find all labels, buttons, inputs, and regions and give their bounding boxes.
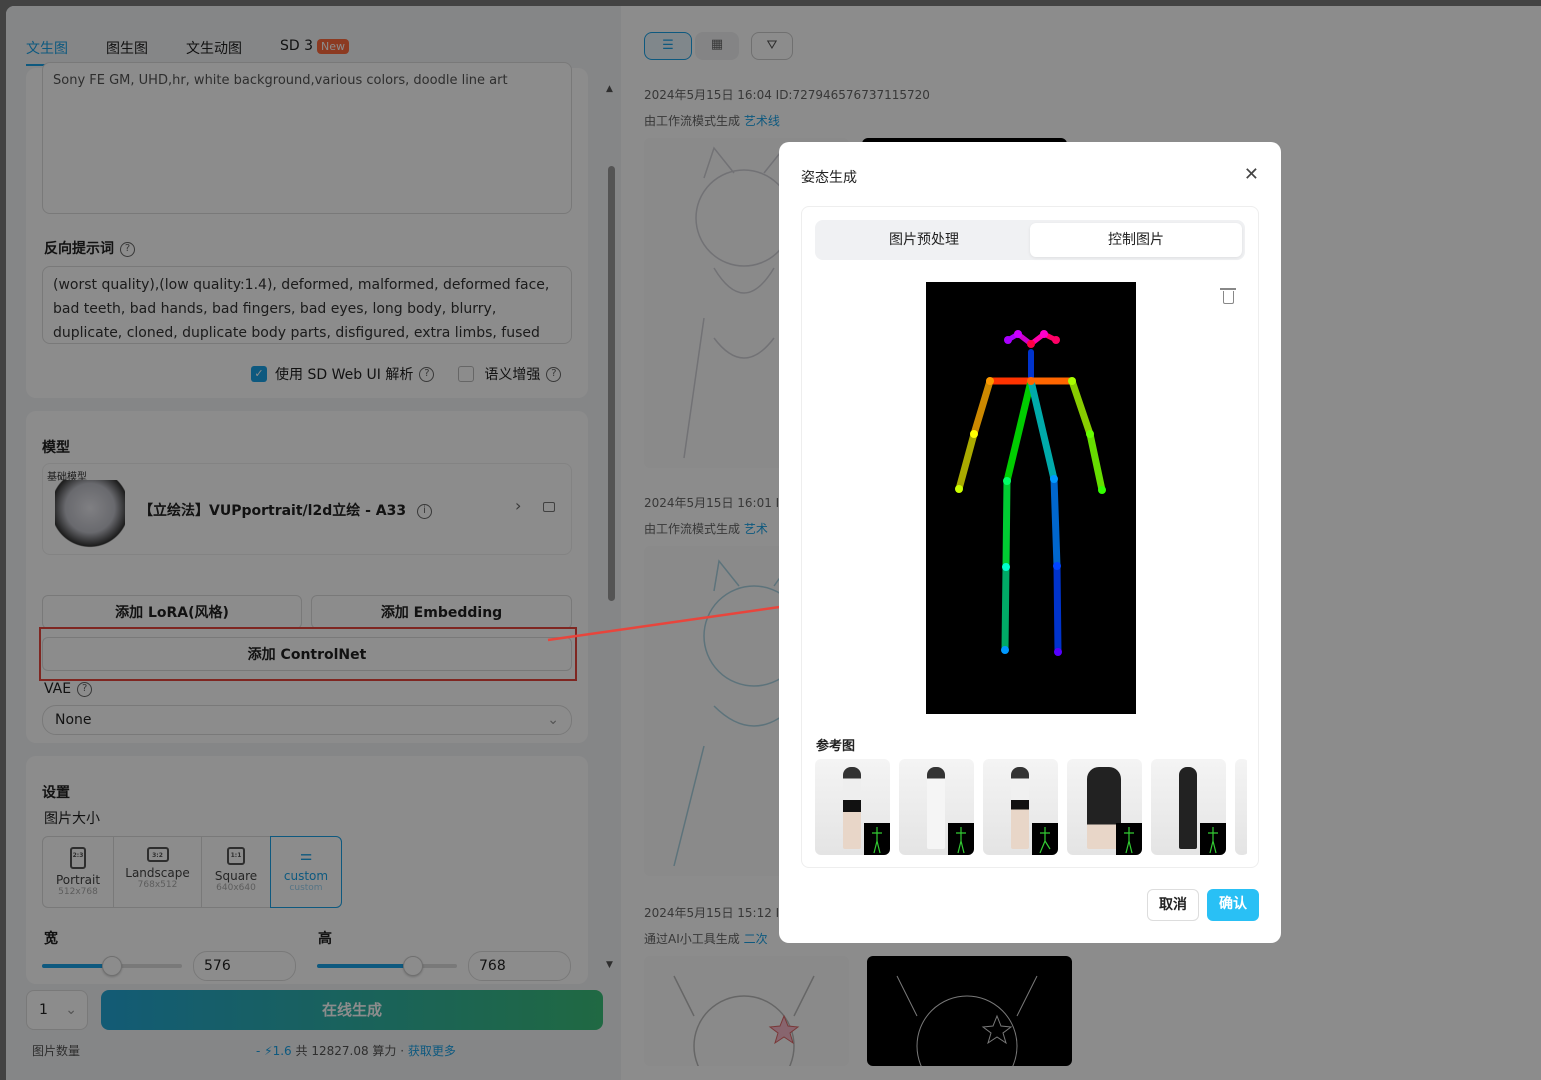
reference-image[interactable] [983, 759, 1058, 855]
dialog-content: 图片预处理 控制图片 参考图 [801, 206, 1259, 868]
reference-image[interactable] [1151, 759, 1226, 855]
person-figure [927, 767, 945, 849]
pose-skeleton-image [926, 282, 1136, 714]
pose-thumbnail [864, 823, 890, 855]
reference-image[interactable] [1235, 759, 1247, 855]
pose-thumbnail [948, 823, 974, 855]
tab-preprocess[interactable]: 图片预处理 [818, 223, 1030, 257]
dialog-title: 姿态生成 [801, 170, 857, 186]
reference-image[interactable] [1067, 759, 1142, 855]
person-figure [1011, 767, 1029, 849]
reference-image[interactable] [815, 759, 890, 855]
reference-images [815, 759, 1247, 855]
person-figure [1179, 767, 1197, 849]
tab-control-image[interactable]: 控制图片 [1030, 223, 1242, 257]
annotation-arrow [547, 590, 856, 642]
dialog-tabs: 图片预处理 控制图片 [815, 220, 1245, 260]
reference-label: 参考图 [816, 739, 856, 754]
pose-skeleton [955, 330, 1106, 656]
reference-image[interactable] [899, 759, 974, 855]
close-icon[interactable]: ✕ [1244, 164, 1259, 185]
pose-thumbnail [1116, 823, 1142, 855]
pose-thumbnail [1200, 823, 1226, 855]
confirm-button[interactable]: 确认 [1207, 889, 1259, 921]
trash-icon[interactable] [1220, 288, 1236, 304]
person-figure [843, 767, 861, 849]
pose-generation-dialog: 姿态生成 ✕ 图片预处理 控制图片 参考图 取消 确认 [779, 142, 1281, 943]
pose-thumbnail [1032, 823, 1058, 855]
cancel-button[interactable]: 取消 [1147, 889, 1199, 921]
